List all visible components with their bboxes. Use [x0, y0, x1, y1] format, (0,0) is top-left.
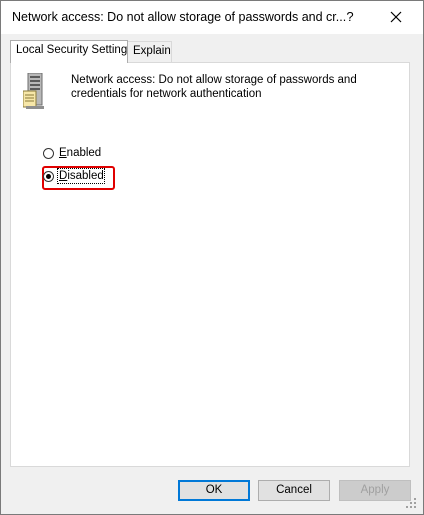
tab-local-security-setting[interactable]: Local Security Setting — [10, 40, 128, 63]
help-button[interactable]: ? — [337, 6, 363, 28]
policy-properties-dialog: Network access: Do not allow storage of … — [0, 0, 424, 515]
enabled-label[interactable]: Enabled — [59, 147, 101, 159]
close-icon — [390, 11, 402, 23]
resize-grip-icon[interactable] — [405, 497, 417, 509]
window-title: Network access: Do not allow storage of … — [12, 10, 347, 24]
radio-selected-dot — [46, 174, 51, 179]
tab-panel: Network access: Do not allow storage of … — [10, 62, 410, 467]
tab-explain[interactable]: Explain — [127, 41, 172, 62]
disabled-label[interactable]: Disabled — [59, 170, 104, 182]
ok-button[interactable]: OK — [178, 480, 250, 501]
title-bar: Network access: Do not allow storage of … — [1, 1, 423, 34]
apply-button[interactable]: Apply — [339, 480, 411, 501]
policy-description: Network access: Do not allow storage of … — [71, 74, 357, 100]
server-policy-icon — [23, 73, 44, 109]
cancel-button[interactable]: Cancel — [258, 480, 330, 501]
disabled-radio[interactable] — [43, 171, 54, 182]
close-button[interactable] — [381, 6, 411, 28]
enabled-radio[interactable] — [43, 148, 54, 159]
